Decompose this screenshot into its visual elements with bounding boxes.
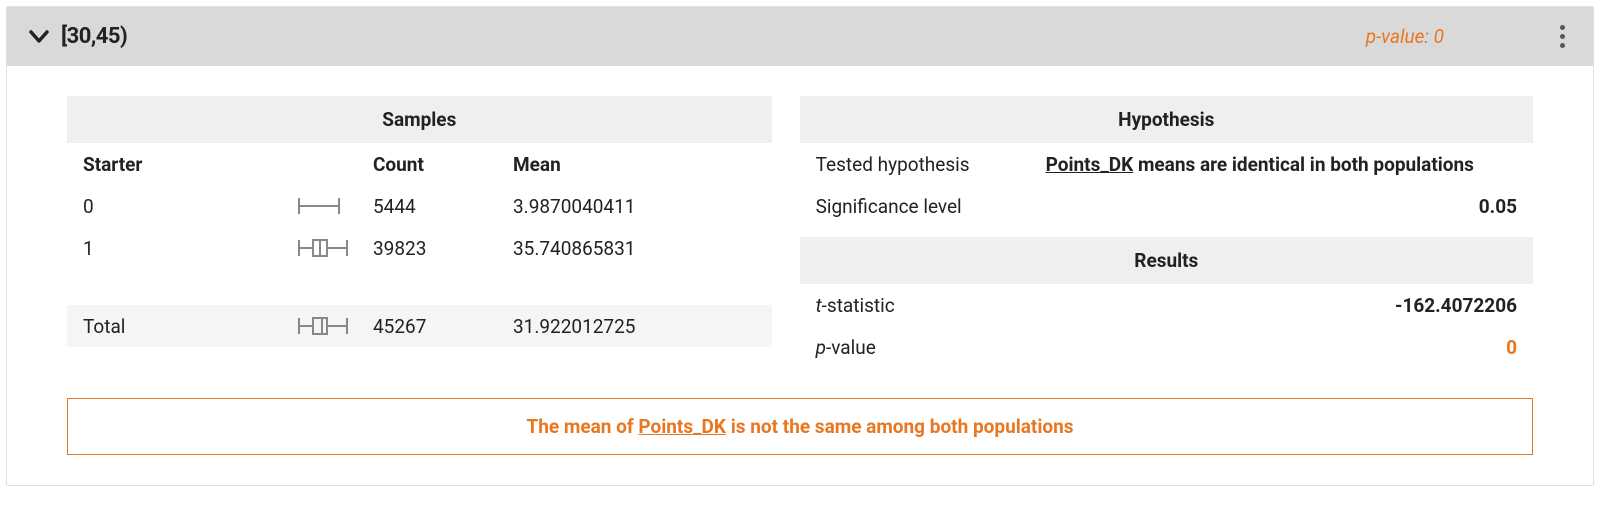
panel-header[interactable]: [30,45) p-value: 0: [7, 7, 1593, 66]
significance-label: Significance level: [816, 195, 1046, 218]
samples-column: Samples Starter Count Mean 0 5444 3.9870…: [67, 96, 772, 368]
boxplot-icon: [273, 195, 373, 217]
sample-total-mean: 31.922012725: [513, 315, 756, 338]
header-pvalue: p-value: 0: [1366, 25, 1444, 48]
test-result-panel: [30,45) p-value: 0 Samples Starter Count…: [6, 6, 1594, 486]
tstat-label: t-statistic: [816, 294, 1046, 317]
tested-hypothesis-label: Tested hypothesis: [816, 153, 1046, 176]
col-header-count: Count: [373, 153, 513, 176]
sample-starter: 1: [83, 237, 273, 260]
conclusion-variable: Points_DK: [638, 415, 726, 438]
pvalue-label-suffix: -value: [826, 336, 876, 359]
conclusion-box: The mean of Points_DK is not the same am…: [67, 398, 1533, 455]
boxplot-icon: [273, 315, 373, 337]
tested-hypothesis-row: Tested hypothesis Points_DK means are id…: [800, 143, 1533, 185]
sample-total-row: Total 45267 31.922012725: [67, 305, 772, 347]
pvalue-row: p-value 0: [800, 326, 1533, 368]
header-title: [30,45): [61, 24, 127, 49]
kebab-menu-icon[interactable]: [1554, 19, 1571, 54]
pvalue-value: 0: [1046, 336, 1517, 359]
sample-total-label: Total: [83, 315, 273, 338]
sample-row: 0 5444 3.9870040411: [67, 185, 772, 227]
conclusion-suffix: is not the same among both populations: [726, 415, 1074, 438]
panel-content: Samples Starter Count Mean 0 5444 3.9870…: [7, 66, 1593, 378]
header-pvalue-label: p-value:: [1366, 25, 1434, 48]
col-header-mean: Mean: [513, 153, 756, 176]
header-pvalue-value: 0: [1434, 25, 1444, 48]
significance-value: 0.05: [1046, 195, 1517, 218]
results-header: Results: [800, 237, 1533, 284]
chevron-down-icon[interactable]: [29, 30, 49, 44]
sample-count: 39823: [373, 237, 513, 260]
conclusion-prefix: The mean of: [526, 415, 638, 438]
sample-mean: 3.9870040411: [513, 195, 756, 218]
pvalue-label-prefix: p: [816, 336, 826, 359]
tested-hypothesis-text: Points_DK means are identical in both po…: [1046, 153, 1517, 176]
hypothesis-header: Hypothesis: [800, 96, 1533, 143]
sample-starter: 0: [83, 195, 273, 218]
hypothesis-column: Hypothesis Tested hypothesis Points_DK m…: [800, 96, 1533, 368]
spacer: [67, 269, 772, 305]
tstat-row: t-statistic -162.4072206: [800, 284, 1533, 326]
sample-mean: 35.740865831: [513, 237, 756, 260]
tested-hypothesis-suffix: means are identical in both populations: [1133, 153, 1474, 176]
sample-count: 5444: [373, 195, 513, 218]
significance-row: Significance level 0.05: [800, 185, 1533, 227]
tstat-label-suffix: -statistic: [822, 294, 895, 317]
samples-column-headers: Starter Count Mean: [67, 143, 772, 185]
tstat-value: -162.4072206: [1046, 294, 1517, 317]
sample-total-count: 45267: [373, 315, 513, 338]
col-header-starter: Starter: [83, 153, 273, 176]
pvalue-label: p-value: [816, 336, 1046, 359]
samples-header: Samples: [67, 96, 772, 143]
boxplot-icon: [273, 237, 373, 259]
sample-row: 1 39823 35.740865831: [67, 227, 772, 269]
tested-hypothesis-variable: Points_DK: [1046, 153, 1134, 176]
